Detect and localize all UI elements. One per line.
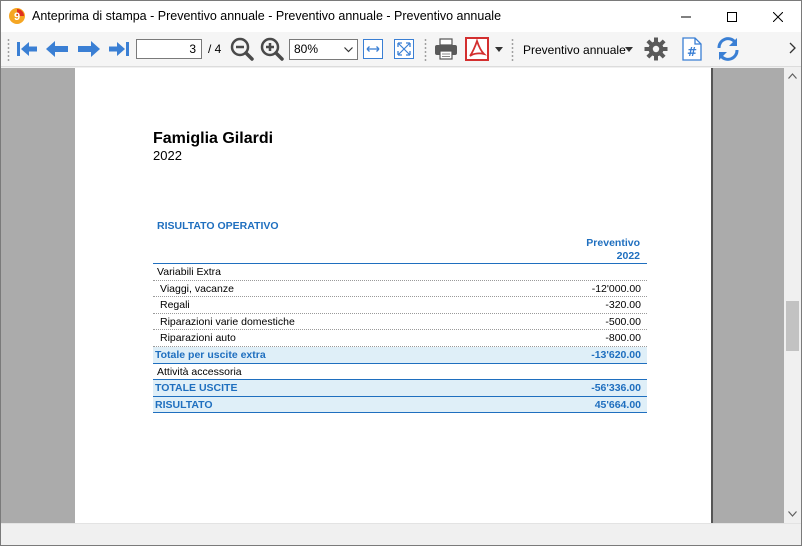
refresh-button[interactable] <box>714 35 742 63</box>
table-row-total: Totale per uscite extra -13'620.00 <box>153 346 647 364</box>
table-row: Viaggi, vacanze -12'000.00 <box>153 281 647 298</box>
export-pdf-button[interactable] <box>464 35 490 63</box>
previous-page-button[interactable] <box>43 35 71 63</box>
chevron-down-icon <box>495 46 503 52</box>
fit-page-icon <box>394 39 414 59</box>
row-value: -500.00 <box>605 315 641 328</box>
zoom-in-icon <box>260 37 284 61</box>
toolbar-grip[interactable] <box>424 38 427 62</box>
toolbar-grip[interactable] <box>511 38 514 62</box>
fit-page-button[interactable] <box>393 35 415 63</box>
preview-workspace: Famiglia Gilardi 2022 RISULTATO OPERATIV… <box>1 68 784 523</box>
settings-button[interactable] <box>643 35 669 63</box>
row-label: TOTALE USCITE <box>155 382 238 395</box>
maximize-icon <box>727 11 737 22</box>
table-row: Riparazioni auto -800.00 <box>153 330 647 347</box>
title-bar: 9 Anteprima di stampa - Preventivo annua… <box>1 1 801 32</box>
table-row-total: RISULTATO 45'664.00 <box>153 396 647 414</box>
fit-width-icon <box>363 39 383 59</box>
next-page-button[interactable] <box>75 35 103 63</box>
fit-width-button[interactable] <box>362 35 384 63</box>
maximize-button[interactable] <box>709 1 755 32</box>
minimize-button[interactable] <box>663 1 709 32</box>
pdf-icon <box>465 37 489 61</box>
app-logo-icon: 9 <box>9 8 25 24</box>
arrow-last-icon <box>109 42 129 56</box>
close-icon <box>773 11 783 22</box>
report-year: 2022 <box>153 148 182 163</box>
page-total-label: / 4 <box>208 42 222 56</box>
arrow-first-icon <box>17 42 37 56</box>
first-page-button[interactable] <box>14 35 40 63</box>
page-number-button[interactable]: # <box>680 35 704 63</box>
row-value: -320.00 <box>605 299 641 312</box>
column-header-year: 2022 <box>616 250 640 262</box>
column-header: Preventivo 2022 <box>586 237 640 263</box>
arrow-left-icon <box>46 41 68 57</box>
row-label: Riparazioni auto <box>160 332 236 345</box>
table-row: Attività accessoria <box>153 364 647 381</box>
scroll-up-icon[interactable] <box>788 73 797 79</box>
zoom-value: 80% <box>294 42 319 56</box>
print-button[interactable] <box>432 35 460 63</box>
zoom-out-button[interactable] <box>229 35 255 63</box>
row-value: -13'620.00 <box>591 348 641 361</box>
row-value: 45'664.00 <box>594 398 641 411</box>
minimize-icon <box>681 16 691 17</box>
row-label: Variabili Extra <box>157 266 221 278</box>
report-name: Preventivo annuale <box>523 43 626 57</box>
zoom-select[interactable]: 80% <box>289 39 358 60</box>
svg-text:#: # <box>687 45 697 59</box>
zoom-in-button[interactable] <box>259 35 285 63</box>
page-number-input[interactable]: 3 <box>136 39 202 59</box>
vertical-scrollbar[interactable] <box>784 68 801 523</box>
printer-icon <box>435 38 457 60</box>
toolbar-overflow-icon[interactable] <box>789 42 797 54</box>
print-preview-window: 9 Anteprima di stampa - Preventivo annua… <box>0 0 802 546</box>
toolbar: 3 / 4 80% Preventivo annuale # <box>1 32 801 67</box>
row-label: Viaggi, vacanze <box>160 282 234 295</box>
horizontal-scrollbar[interactable] <box>1 523 801 545</box>
scroll-down-icon[interactable] <box>788 511 797 517</box>
gear-icon <box>644 37 668 61</box>
toolbar-grip[interactable] <box>7 38 10 62</box>
chevron-down-icon <box>344 47 353 53</box>
pdf-options-dropdown[interactable] <box>492 35 506 63</box>
svg-text:9: 9 <box>14 11 20 23</box>
window-title: Anteprima di stampa - Preventivo annuale… <box>32 9 502 23</box>
report-select[interactable]: Preventivo annuale <box>519 39 635 61</box>
section-title: RISULTATO OPERATIVO <box>157 220 279 232</box>
close-button[interactable] <box>755 1 801 32</box>
arrow-right-icon <box>78 41 100 57</box>
vertical-scroll-thumb[interactable] <box>786 301 799 351</box>
row-value: -800.00 <box>605 332 641 345</box>
row-value: -56'336.00 <box>591 382 641 395</box>
column-header-label: Preventivo <box>586 237 640 249</box>
row-value: -12'000.00 <box>591 282 641 295</box>
row-label: Attività accessoria <box>157 365 242 378</box>
report-page: Famiglia Gilardi 2022 RISULTATO OPERATIV… <box>75 68 711 523</box>
row-label: RISULTATO <box>155 398 213 411</box>
row-label: Riparazioni varie domestiche <box>160 315 295 328</box>
zoom-out-icon <box>230 37 254 61</box>
table-row: Riparazioni varie domestiche -500.00 <box>153 314 647 331</box>
last-page-button[interactable] <box>106 35 132 63</box>
table-row: Regali -320.00 <box>153 297 647 314</box>
row-label: Regali <box>160 299 190 312</box>
chevron-down-icon <box>625 47 633 52</box>
table-row: Variabili Extra <box>153 264 647 281</box>
table-row-total: TOTALE USCITE -56'336.00 <box>153 380 647 397</box>
report-title: Famiglia Gilardi <box>153 130 274 147</box>
page-number-icon: # <box>682 37 702 61</box>
refresh-icon <box>717 37 739 61</box>
report-table: Variabili Extra Viaggi, vacanze -12'000.… <box>153 264 647 414</box>
row-label: Totale per uscite extra <box>155 348 266 361</box>
